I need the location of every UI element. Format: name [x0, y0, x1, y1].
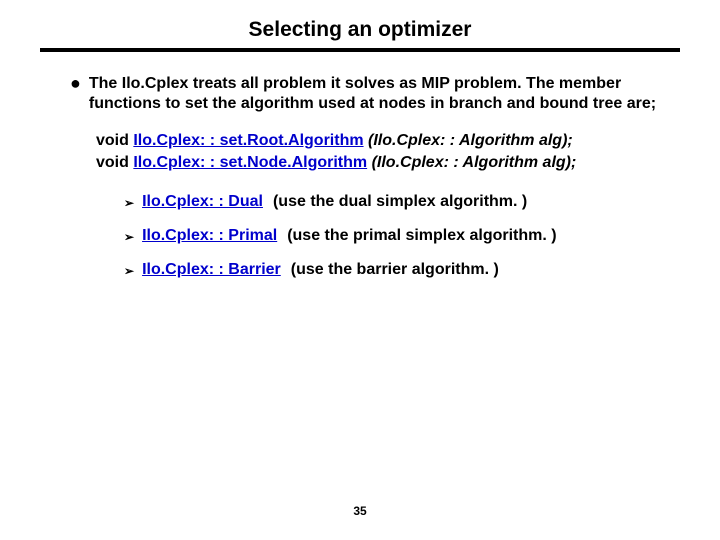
keyword-void: void — [96, 154, 129, 171]
link-dual[interactable]: Ilo.Cplex: : Dual — [142, 193, 263, 211]
sub-desc: (use the barrier algorithm. ) — [291, 261, 499, 279]
sub-desc: (use the dual simplex algorithm. ) — [273, 193, 527, 211]
sublist-item: ➢ Ilo.Cplex: : Barrier (use the barrier … — [124, 261, 680, 279]
bullet-item: ● The Ilo.Cplex treats all problem it so… — [70, 74, 680, 114]
bullet-text: The Ilo.Cplex treats all problem it solv… — [89, 74, 680, 114]
fn2-rest: (Ilo.Cplex: : Algorithm alg); — [367, 154, 576, 171]
link-barrier[interactable]: Ilo.Cplex: : Barrier — [142, 261, 281, 279]
chevron-icon: ➢ — [124, 196, 134, 210]
sublist-item: ➢ Ilo.Cplex: : Dual (use the dual simple… — [124, 193, 680, 211]
sub-desc: (use the primal simplex algorithm. ) — [287, 227, 556, 245]
fn1-rest: (Ilo.Cplex: : Algorithm alg); — [364, 132, 573, 149]
chevron-icon: ➢ — [124, 264, 134, 278]
chevron-icon: ➢ — [124, 230, 134, 244]
link-set-root-algorithm[interactable]: Ilo.Cplex: : set.Root.Algorithm — [133, 132, 363, 149]
sublist: ➢ Ilo.Cplex: : Dual (use the dual simple… — [124, 193, 680, 279]
keyword-void: void — [96, 132, 129, 149]
disc-bullet-icon: ● — [70, 74, 81, 92]
link-primal[interactable]: Ilo.Cplex: : Primal — [142, 227, 277, 245]
slide-content: ● The Ilo.Cplex treats all problem it so… — [40, 74, 680, 279]
sublist-item: ➢ Ilo.Cplex: : Primal (use the primal si… — [124, 227, 680, 245]
page-number: 35 — [0, 504, 720, 518]
slide: Selecting an optimizer ● The Ilo.Cplex t… — [0, 0, 720, 279]
slide-title: Selecting an optimizer — [40, 18, 680, 52]
function-signatures: void Ilo.Cplex: : set.Root.Algorithm (Il… — [96, 130, 680, 173]
link-set-node-algorithm[interactable]: Ilo.Cplex: : set.Node.Algorithm — [133, 154, 367, 171]
